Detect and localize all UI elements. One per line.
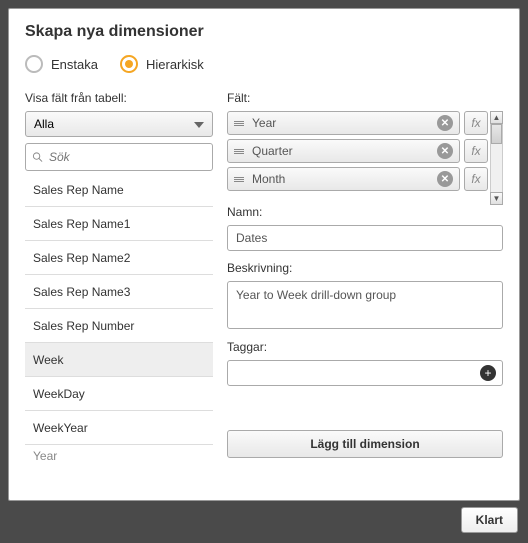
radio-label: Enstaka <box>51 57 98 72</box>
list-item[interactable]: Week <box>25 343 213 377</box>
done-button[interactable]: Klart <box>461 507 518 533</box>
field-name: Year <box>252 116 276 130</box>
expression-button[interactable]: fx <box>464 167 488 191</box>
table-filter-label: Visa fält från tabell: <box>25 91 213 105</box>
radio-single[interactable]: Enstaka <box>25 55 98 73</box>
field-name: Month <box>252 172 285 186</box>
list-item[interactable]: Sales Rep Name3 <box>25 275 213 309</box>
remove-field-icon[interactable]: ✕ <box>437 171 453 187</box>
list-item[interactable]: WeekYear <box>25 411 213 445</box>
tags-input[interactable]: + <box>227 360 503 386</box>
radio-hierarchical[interactable]: Hierarkisk <box>120 55 204 73</box>
search-icon <box>32 150 43 164</box>
field-search[interactable] <box>25 143 213 171</box>
drag-handle-icon[interactable] <box>234 149 244 154</box>
field-name: Quarter <box>252 144 293 158</box>
remove-field-icon[interactable]: ✕ <box>437 143 453 159</box>
field-list: Sales Rep Name Sales Rep Name1 Sales Rep… <box>25 173 213 463</box>
create-dimensions-dialog: Skapa nya dimensioner Enstaka Hierarkisk… <box>8 8 520 501</box>
tags-label: Taggar: <box>227 340 503 354</box>
name-label: Namn: <box>227 205 503 219</box>
dialog-title: Skapa nya dimensioner <box>25 23 503 41</box>
description-label: Beskrivning: <box>227 261 503 275</box>
dropdown-value: Alla <box>34 117 54 131</box>
scroll-up-icon[interactable]: ▲ <box>490 111 503 124</box>
name-input[interactable] <box>227 225 503 251</box>
drag-handle-icon[interactable] <box>234 177 244 182</box>
table-filter-dropdown[interactable]: Alla <box>25 111 213 137</box>
scroll-track[interactable] <box>490 124 503 192</box>
list-item[interactable]: Sales Rep Name2 <box>25 241 213 275</box>
add-tag-icon[interactable]: + <box>480 365 496 381</box>
radio-icon <box>25 55 43 73</box>
list-item[interactable]: Year <box>25 445 213 463</box>
radio-icon <box>120 55 138 73</box>
scroll-down-icon[interactable]: ▼ <box>490 192 503 205</box>
expression-button[interactable]: fx <box>464 139 488 163</box>
radio-label: Hierarkisk <box>146 57 204 72</box>
field-chip[interactable]: Month ✕ <box>227 167 460 191</box>
fields-scrollbar[interactable]: ▲ ▼ <box>490 111 503 205</box>
list-item[interactable]: WeekDay <box>25 377 213 411</box>
list-item[interactable]: Sales Rep Name <box>25 173 213 207</box>
list-item[interactable]: Sales Rep Number <box>25 309 213 343</box>
drag-handle-icon[interactable] <box>234 121 244 126</box>
add-dimension-button[interactable]: Lägg till dimension <box>227 430 503 458</box>
field-chip[interactable]: Quarter ✕ <box>227 139 460 163</box>
remove-field-icon[interactable]: ✕ <box>437 115 453 131</box>
expression-button[interactable]: fx <box>464 111 488 135</box>
field-chip[interactable]: Year ✕ <box>227 111 460 135</box>
scroll-thumb[interactable] <box>491 124 502 144</box>
list-item[interactable]: Sales Rep Name1 <box>25 207 213 241</box>
search-input[interactable] <box>49 150 206 164</box>
fields-label: Fält: <box>227 91 503 105</box>
selected-fields: Year ✕ fx Quarter ✕ fx <box>227 111 488 195</box>
dimension-type-radios: Enstaka Hierarkisk <box>25 55 503 73</box>
description-input[interactable] <box>227 281 503 329</box>
